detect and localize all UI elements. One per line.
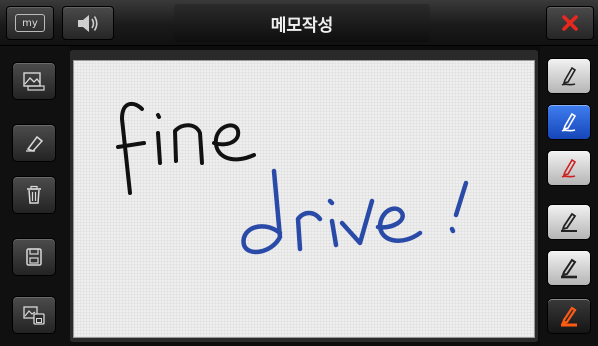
close-icon	[562, 15, 578, 31]
volume-button[interactable]	[62, 6, 114, 40]
pen-toolbar	[540, 46, 598, 346]
pen-icon	[561, 212, 577, 232]
pen-black-thick-button[interactable]	[547, 250, 591, 286]
pen-icon	[561, 258, 577, 279]
handwriting-drive	[241, 168, 469, 255]
my-button[interactable]: my	[6, 6, 54, 40]
save-button[interactable]	[12, 238, 56, 276]
my-icon: my	[15, 14, 45, 32]
pen-blue-thin-button[interactable]	[547, 104, 591, 140]
trash-icon	[27, 185, 41, 204]
close-button[interactable]	[546, 6, 594, 40]
handwriting-fine	[116, 101, 256, 195]
left-toolbar	[0, 46, 70, 346]
my-label: my	[22, 17, 38, 29]
delete-button[interactable]	[12, 176, 56, 214]
pen-icon	[561, 66, 577, 86]
canvas-frame	[70, 50, 538, 342]
pen-black-thin-button[interactable]	[547, 58, 591, 94]
save-image-icon	[23, 306, 45, 325]
eraser-icon	[26, 135, 44, 152]
pen-red-thin-button[interactable]	[547, 150, 591, 186]
drawing-canvas[interactable]	[73, 60, 535, 338]
handwriting-layer	[116, 101, 469, 255]
pen-icon	[561, 306, 577, 327]
eraser-button[interactable]	[12, 124, 56, 162]
load-image-button[interactable]	[12, 62, 56, 100]
pen-icon	[561, 158, 577, 178]
page-title: 메모작성	[174, 4, 430, 42]
save-icon	[26, 248, 42, 266]
image-icon	[23, 72, 45, 91]
top-bar: my 메모작성	[0, 0, 598, 46]
pen-orange-thick-button[interactable]	[547, 298, 591, 334]
pen-icon	[561, 112, 577, 132]
pen-black-medium-button[interactable]	[547, 204, 591, 240]
save-image-button[interactable]	[12, 296, 56, 334]
volume-icon	[78, 15, 98, 32]
